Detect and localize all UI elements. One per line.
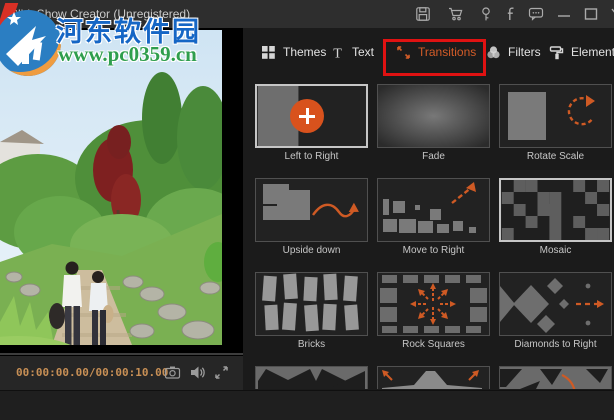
transition-diamonds-to-right[interactable]: Diamonds to Right xyxy=(499,272,612,356)
tab-filters[interactable]: Filters xyxy=(486,41,541,63)
tab-filters-label: Filters xyxy=(508,45,541,59)
transitions-panel: Themes T Text Transitions Filters Elemen… xyxy=(243,28,614,390)
transition-label: Rock Squares xyxy=(402,339,465,350)
transition-arrows-icon xyxy=(396,45,411,60)
transitions-grid: Left to Right Fade Rotate Scale Upside d… xyxy=(255,84,614,389)
transition-label: Rotate Scale xyxy=(526,151,585,162)
tab-transitions[interactable]: Transitions xyxy=(396,41,476,63)
fullscreen-icon[interactable] xyxy=(213,364,230,381)
transition-row4-1[interactable] xyxy=(255,366,368,389)
transition-fade[interactable]: Fade xyxy=(377,84,490,168)
transition-thumb[interactable] xyxy=(255,272,368,336)
timecode: 00:00:00.00/00:00:10.00 xyxy=(16,366,169,379)
tab-text-label: Text xyxy=(352,45,375,59)
transition-move-to-right[interactable]: Move to Right xyxy=(377,178,490,262)
paint-roller-icon xyxy=(549,45,564,60)
minimize-icon[interactable] xyxy=(556,8,572,24)
transition-thumb[interactable] xyxy=(499,178,612,242)
volume-icon[interactable] xyxy=(189,364,206,381)
tab-themes-label: Themes xyxy=(283,45,327,59)
maximize-icon[interactable] xyxy=(583,6,599,22)
transition-thumb[interactable] xyxy=(377,84,490,148)
add-transition-button[interactable] xyxy=(290,99,324,133)
transition-mosaic[interactable]: Mosaic xyxy=(499,178,612,262)
slideshow-creator-window: SlideShow Creator (Unregistered) 00:00:0… xyxy=(0,0,614,420)
filters-circles-icon xyxy=(486,45,501,60)
video-preview-frame xyxy=(0,30,222,345)
transition-thumb[interactable] xyxy=(377,178,490,242)
window-footer xyxy=(0,390,614,420)
transition-thumb[interactable] xyxy=(255,366,368,389)
save-icon[interactable] xyxy=(415,6,431,22)
transition-thumb[interactable] xyxy=(499,366,612,389)
feedback-icon[interactable] xyxy=(528,6,544,22)
transition-label: Fade xyxy=(422,151,445,162)
titlebar: SlideShow Creator (Unregistered) xyxy=(0,0,614,28)
transition-thumb[interactable] xyxy=(255,178,368,242)
tab-themes[interactable]: Themes xyxy=(261,41,326,63)
tab-elements[interactable]: Elements xyxy=(549,41,614,63)
transition-upside-down[interactable]: Upside down xyxy=(255,178,368,262)
tab-elements-label: Elements xyxy=(571,45,614,59)
transition-label: Move to Right xyxy=(402,245,465,256)
transition-label: Mosaic xyxy=(539,245,572,256)
transition-thumb[interactable] xyxy=(255,84,368,148)
cart-icon[interactable] xyxy=(448,6,464,22)
transition-rock-squares[interactable]: Rock Squares xyxy=(377,272,490,356)
tab-transitions-label: Transitions xyxy=(418,45,477,59)
transition-row4-2[interactable] xyxy=(377,366,490,389)
window-title: SlideShow Creator (Unregistered) xyxy=(10,7,191,21)
transition-label: Upside down xyxy=(282,245,341,256)
transition-label: Left to Right xyxy=(284,151,339,162)
transition-bricks[interactable]: Bricks xyxy=(255,272,368,356)
snapshot-icon[interactable] xyxy=(164,364,181,381)
transition-rotate-scale[interactable]: Rotate Scale xyxy=(499,84,612,168)
transition-thumb[interactable] xyxy=(499,84,612,148)
preview-separator xyxy=(0,353,243,355)
svg-text:T: T xyxy=(333,46,342,60)
themes-grid-icon xyxy=(261,45,276,60)
transition-thumb[interactable] xyxy=(499,272,612,336)
video-preview-panel: 00:00:00.00/00:00:10.00 xyxy=(0,28,243,390)
text-t-icon: T xyxy=(330,45,345,60)
transition-row4-3[interactable] xyxy=(499,366,612,389)
key-icon[interactable] xyxy=(478,6,494,22)
transition-thumb[interactable] xyxy=(377,366,490,389)
transition-label: Bricks xyxy=(297,339,326,350)
player-controls: 00:00:00.00/00:00:10.00 xyxy=(0,356,243,390)
transition-left-to-right[interactable]: Left to Right xyxy=(255,84,368,168)
transition-thumb[interactable] xyxy=(377,272,490,336)
close-icon[interactable] xyxy=(610,6,614,22)
transition-label: Diamonds to Right xyxy=(514,339,597,350)
facebook-icon[interactable] xyxy=(503,6,519,22)
tab-text[interactable]: T Text xyxy=(330,41,374,63)
